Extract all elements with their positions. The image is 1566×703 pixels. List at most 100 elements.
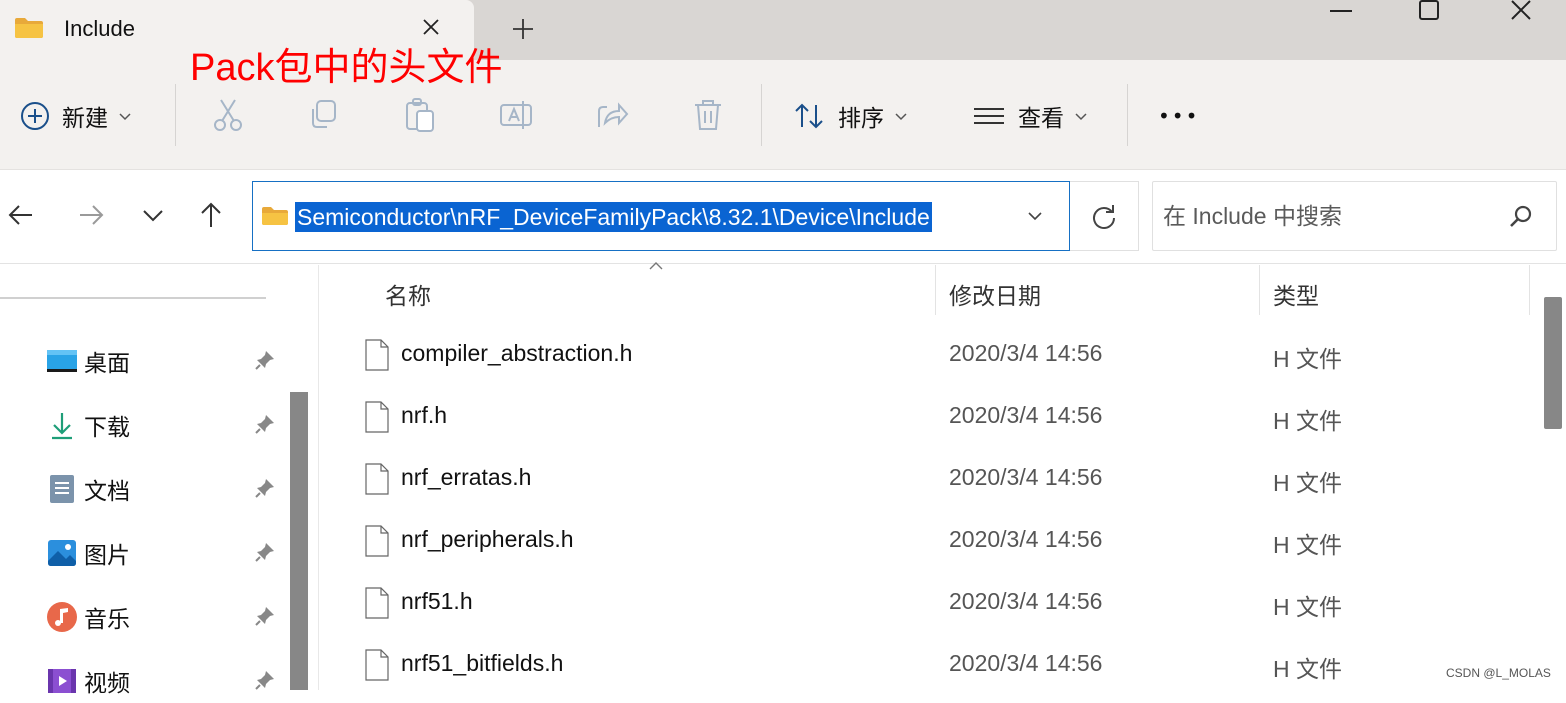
sort-icon [795, 103, 823, 129]
file-icon [365, 463, 389, 495]
file-list-scrollbar-thumb[interactable] [1544, 297, 1562, 429]
file-date: 2020/3/4 14:56 [949, 650, 1103, 676]
pin-icon[interactable] [254, 605, 276, 627]
file-type: H 文件 [1273, 656, 1342, 682]
file-name: nrf.h [401, 402, 448, 428]
file-date: 2020/3/4 14:56 [949, 464, 1103, 490]
view-label: 查看 [1018, 105, 1064, 131]
plus-circle-icon [21, 102, 49, 130]
column-separator[interactable] [1529, 265, 1530, 315]
toolbar-divider [1127, 84, 1128, 146]
table-row[interactable]: nrf51_bitfields.h 2020/3/4 14:56 H 文件 [319, 635, 1529, 697]
view-list-icon [974, 108, 1004, 124]
chevron-down-icon[interactable] [1023, 204, 1047, 228]
sidebar-item-label: 图片 [84, 542, 130, 568]
file-name: nrf51.h [401, 588, 473, 614]
sidebar-scrollbar[interactable] [290, 392, 308, 690]
pin-icon[interactable] [254, 477, 276, 499]
back-arrow-icon[interactable] [6, 200, 36, 230]
more-button[interactable]: ••• [1158, 96, 1199, 136]
delete-icon[interactable] [691, 97, 725, 133]
table-row[interactable]: nrf.h 2020/3/4 14:56 H 文件 [319, 387, 1529, 449]
navigation-pane: 桌面 下载 文档 图片 音乐 视频 [0, 265, 312, 696]
refresh-icon [1093, 205, 1115, 229]
column-header-type[interactable]: 类型 [1273, 277, 1319, 311]
forward-arrow-icon[interactable] [76, 200, 106, 230]
recent-locations-chevron-icon[interactable] [138, 200, 168, 230]
column-header-date[interactable]: 修改日期 [949, 277, 1041, 311]
pin-icon[interactable] [254, 349, 276, 371]
search-box[interactable] [1152, 181, 1557, 251]
pin-icon[interactable] [254, 541, 276, 563]
sidebar-item-label: 视频 [84, 670, 130, 696]
download-icon [52, 413, 72, 440]
sidebar-item-downloads[interactable]: 下载 [46, 403, 286, 447]
sidebar-item-label: 文档 [84, 478, 130, 504]
toolbar-divider [175, 84, 176, 146]
file-name: nrf51_bitfields.h [401, 650, 564, 676]
search-icon[interactable] [1508, 204, 1534, 230]
documents-icon [50, 475, 74, 503]
file-list: 名称 修改日期 类型 compiler_abstraction.h 2020/3… [318, 262, 1542, 690]
table-row[interactable]: nrf51.h 2020/3/4 14:56 H 文件 [319, 573, 1529, 635]
view-button[interactable]: 查看 [972, 96, 1088, 136]
maximize-icon[interactable] [1406, 0, 1452, 22]
column-separator[interactable] [935, 265, 936, 315]
file-date: 2020/3/4 14:56 [949, 402, 1103, 428]
sidebar-item-pictures[interactable]: 图片 [46, 531, 286, 575]
address-path[interactable]: Semiconductor\nRF_DeviceFamilyPack\8.32.… [295, 202, 932, 232]
table-row[interactable]: nrf_peripherals.h 2020/3/4 14:56 H 文件 [319, 511, 1529, 573]
file-type: H 文件 [1273, 594, 1342, 620]
close-window-icon[interactable] [1498, 0, 1544, 22]
copy-icon[interactable] [307, 97, 341, 133]
new-label: 新建 [62, 105, 108, 131]
file-type: H 文件 [1273, 408, 1342, 434]
address-bar[interactable]: Semiconductor\nRF_DeviceFamilyPack\8.32.… [252, 181, 1070, 251]
table-row[interactable]: compiler_abstraction.h 2020/3/4 14:56 H … [319, 325, 1529, 387]
sidebar-item-label: 音乐 [84, 606, 130, 632]
annotation-text: Pack包中的头文件 [190, 47, 503, 89]
share-icon[interactable] [595, 97, 629, 133]
rename-icon[interactable] [499, 97, 533, 133]
chevron-down-icon [895, 113, 907, 121]
folder-icon [15, 18, 43, 38]
file-name: nrf_erratas.h [401, 464, 532, 490]
sidebar-item-documents[interactable]: 文档 [46, 467, 286, 511]
file-date: 2020/3/4 14:56 [949, 526, 1103, 552]
table-row[interactable]: nrf_erratas.h 2020/3/4 14:56 H 文件 [319, 449, 1529, 511]
file-icon [365, 649, 389, 681]
more-options-icon: ••• [1158, 104, 1200, 128]
pictures-icon [48, 540, 76, 566]
chevron-down-icon [1075, 113, 1087, 121]
file-icon [365, 339, 389, 371]
paste-icon[interactable] [403, 97, 437, 133]
file-type: H 文件 [1273, 532, 1342, 558]
videos-icon [48, 669, 76, 693]
file-icon [365, 587, 389, 619]
refresh-button[interactable] [1070, 181, 1139, 251]
file-type: H 文件 [1273, 470, 1342, 496]
sidebar-item-desktop[interactable]: 桌面 [46, 339, 286, 383]
file-date: 2020/3/4 14:56 [949, 340, 1103, 366]
file-name: nrf_peripherals.h [401, 526, 574, 552]
column-separator[interactable] [1259, 265, 1260, 315]
new-button[interactable]: 新建 [20, 96, 132, 136]
search-input[interactable] [1163, 198, 1493, 234]
column-header-name[interactable]: 名称 [385, 277, 431, 311]
file-name: compiler_abstraction.h [401, 340, 633, 366]
new-tab-icon[interactable] [508, 14, 538, 44]
sidebar-item-label: 桌面 [84, 350, 130, 376]
sort-button[interactable]: 排序 [794, 96, 908, 136]
toolbar-divider [761, 84, 762, 146]
up-arrow-icon[interactable] [196, 200, 226, 230]
sidebar-item-videos[interactable]: 视频 [46, 659, 286, 703]
pin-icon[interactable] [254, 669, 276, 691]
sidebar-item-music[interactable]: 音乐 [46, 595, 286, 639]
sidebar-item-label: 下载 [84, 414, 130, 440]
cut-icon[interactable] [211, 97, 245, 133]
chevron-down-icon [119, 113, 131, 121]
minimize-icon[interactable] [1318, 0, 1364, 22]
pin-icon[interactable] [254, 413, 276, 435]
watermark-text: CSDN @L_MOLAS [1446, 666, 1551, 680]
tab-title: Include [64, 16, 135, 41]
